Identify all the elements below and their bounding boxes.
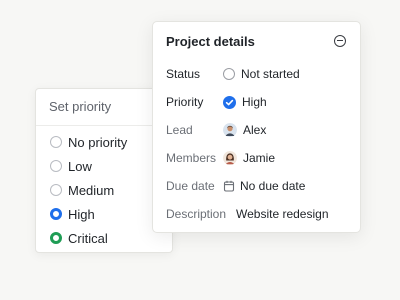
radio-selected-icon — [50, 208, 62, 220]
card-title: Project details — [166, 34, 255, 49]
empty-radio-icon — [223, 68, 235, 80]
property-row-due-date: Due date No due date — [166, 172, 352, 200]
priority-label: Priority — [166, 95, 204, 109]
calendar-icon — [223, 180, 235, 192]
property-row-description: Description Website redesign — [166, 200, 352, 228]
option-label: Critical — [68, 230, 108, 246]
lead-name: Alex — [243, 123, 267, 137]
member-name: Jamie — [243, 151, 276, 165]
property-list: Status Not started Priority High Lead Al… — [166, 60, 352, 228]
due-date-label: Due date — [166, 179, 215, 193]
priority-text: High — [242, 95, 267, 109]
option-label: Low — [68, 158, 92, 174]
status-text: Not started — [241, 67, 300, 81]
property-row-status: Status Not started — [166, 60, 352, 88]
radio-highlighted-icon — [50, 232, 62, 244]
avatar — [223, 123, 237, 137]
radio-icon — [50, 184, 62, 196]
members-value[interactable]: Jamie — [223, 151, 275, 165]
option-label: No priority — [68, 134, 128, 150]
avatar — [223, 151, 237, 165]
option-label: Medium — [68, 182, 115, 198]
radio-icon — [50, 160, 62, 172]
check-circle-icon — [223, 95, 236, 109]
option-label: High — [68, 206, 95, 222]
description-value[interactable]: Website redesign — [236, 207, 329, 221]
property-row-lead: Lead Alex — [166, 116, 352, 144]
property-row-members: Members Jamie — [166, 144, 352, 172]
due-date-value[interactable]: No due date — [223, 179, 305, 193]
minus-circle-icon[interactable] — [334, 35, 346, 47]
lead-label: Lead — [166, 123, 193, 137]
priority-value[interactable]: High — [223, 95, 267, 109]
status-label: Status — [166, 67, 201, 81]
members-label: Members — [166, 151, 217, 165]
due-date-text: No due date — [240, 179, 306, 193]
description-label: Description — [166, 207, 227, 221]
property-row-priority: Priority High — [166, 88, 352, 116]
radio-icon — [50, 136, 62, 148]
project-details-card: Project details Status Not started Prior… — [152, 21, 361, 233]
lead-value[interactable]: Alex — [223, 123, 266, 137]
status-value[interactable]: Not started — [223, 67, 300, 81]
